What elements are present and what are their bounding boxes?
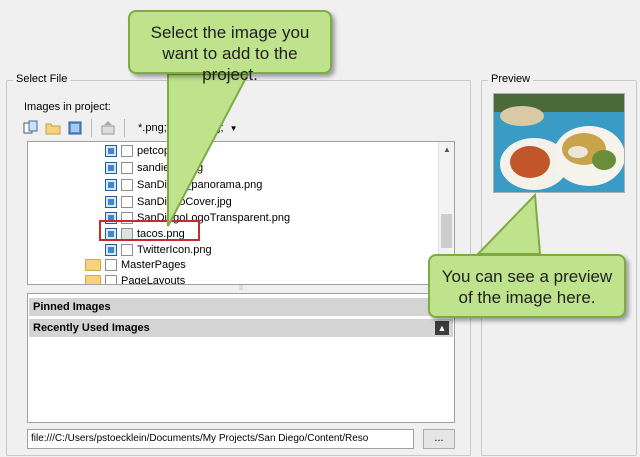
view-icon[interactable] xyxy=(66,119,84,137)
browse-button[interactable]: ... xyxy=(423,429,455,449)
file-name: TwitterIcon.png xyxy=(137,244,212,256)
file-filter-value: *.png;*.bmp;*.jpg; xyxy=(138,122,224,134)
item-checkbox[interactable] xyxy=(121,162,133,174)
folder-name: PageLayouts xyxy=(121,275,186,285)
file-filter-dropdown[interactable]: *.png;*.bmp;*.jpg; ▼ xyxy=(138,122,238,134)
selection-highlight xyxy=(99,220,200,241)
image-file-icon xyxy=(105,179,117,191)
tree-item-folder[interactable]: PageLayouts xyxy=(85,273,186,285)
image-file-icon xyxy=(105,145,117,157)
file-name: SanDiego_panorama.png xyxy=(137,179,263,191)
callout-select-image: Select the image you want to add to the … xyxy=(128,10,332,84)
preview-image xyxy=(493,93,625,193)
file-name: petcopark.png xyxy=(137,145,207,157)
tree-item-file[interactable]: TwitterIcon.png xyxy=(105,242,212,258)
file-tree[interactable]: petcopark.png sandiego.png SanDiego_pano… xyxy=(27,141,455,285)
scrollbar-thumb[interactable] xyxy=(441,214,452,248)
select-file-title: Select File xyxy=(13,73,71,85)
folder-name: MasterPages xyxy=(121,259,186,271)
upload-icon[interactable] xyxy=(99,119,117,137)
tree-item-file[interactable]: petcopark.png xyxy=(105,143,207,159)
scroll-up-icon[interactable]: ▲ xyxy=(443,145,451,154)
tree-item-folder[interactable]: MasterPages xyxy=(85,257,186,273)
recent-images-label: Recently Used Images xyxy=(33,322,150,334)
recent-images-header[interactable]: Recently Used Images ▲ xyxy=(29,319,453,337)
preview-title: Preview xyxy=(488,73,534,85)
item-checkbox[interactable] xyxy=(105,259,117,271)
tree-item-file[interactable]: sandiego.png xyxy=(105,160,203,176)
callout-preview: You can see a preview of the image here. xyxy=(428,254,626,318)
image-file-icon xyxy=(105,196,117,208)
item-checkbox[interactable] xyxy=(121,244,133,256)
toolbar-separator-2 xyxy=(124,119,125,137)
item-checkbox[interactable] xyxy=(121,145,133,157)
tree-item-file[interactable]: SanDiego_panorama.png xyxy=(105,177,262,193)
file-path-input[interactable]: file:///C:/Users/pstoecklein/Documents/M… xyxy=(27,429,414,449)
tree-item-file[interactable]: SanDiegoCover.jpg xyxy=(105,194,232,210)
copy-icon[interactable] xyxy=(22,119,40,137)
images-in-project-label: Images in project: xyxy=(24,101,111,113)
file-name: SanDiegoCover.jpg xyxy=(137,196,232,208)
item-checkbox[interactable] xyxy=(121,196,133,208)
pinned-images-label: Pinned Images xyxy=(33,301,111,313)
splitter-grip[interactable]: ⁞⁞ xyxy=(27,285,455,293)
item-checkbox[interactable] xyxy=(105,275,117,284)
toolbar: *.png;*.bmp;*.jpg; ▼ xyxy=(22,116,455,140)
collapse-icon[interactable]: ▲ xyxy=(435,321,449,335)
folder-icon[interactable] xyxy=(44,119,62,137)
pinned-images-panel: Pinned Images ▲ Recently Used Images ▲ xyxy=(27,293,455,423)
file-name: sandiego.png xyxy=(137,162,204,174)
item-checkbox[interactable] xyxy=(121,179,133,191)
image-file-icon xyxy=(105,162,117,174)
pinned-images-header[interactable]: Pinned Images ▲ xyxy=(29,298,453,316)
toolbar-separator xyxy=(91,119,92,137)
folder-icon xyxy=(85,259,101,271)
image-file-icon xyxy=(105,244,117,256)
folder-icon xyxy=(85,275,101,284)
chevron-down-icon: ▼ xyxy=(229,123,238,133)
